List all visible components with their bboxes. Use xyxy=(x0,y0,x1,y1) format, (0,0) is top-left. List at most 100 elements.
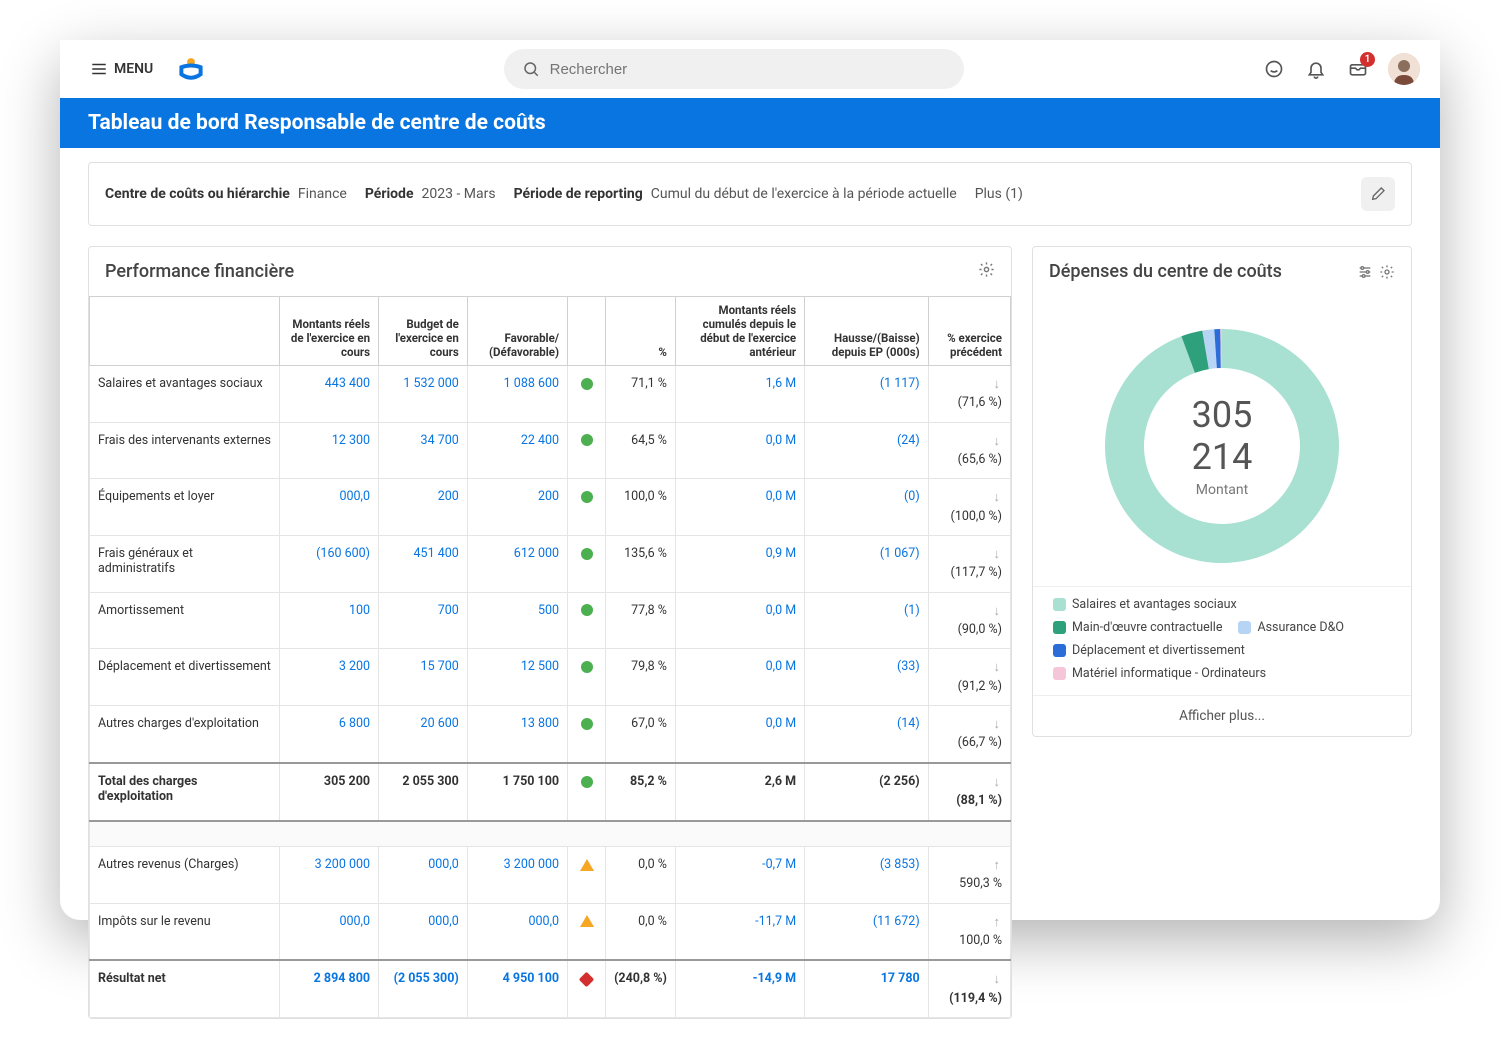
row-prior[interactable]: -0,7 M xyxy=(675,847,804,904)
row-budget[interactable]: (2 055 300) xyxy=(379,960,468,1017)
row-budget[interactable]: 15 700 xyxy=(379,649,468,706)
row-delta[interactable]: (1 117) xyxy=(805,366,929,423)
row-prior[interactable]: -14,9 M xyxy=(675,960,804,1017)
row-fav[interactable]: 000,0 xyxy=(467,903,567,960)
legend-swatch xyxy=(1053,598,1066,611)
row-actual[interactable]: (160 600) xyxy=(280,536,379,593)
row-actual[interactable]: 2 894 800 xyxy=(280,960,379,1017)
col-prior[interactable]: Montants réels cumulés depuis le début d… xyxy=(675,297,804,366)
row-fav[interactable]: 1 088 600 xyxy=(467,366,567,423)
row-actual[interactable]: 100 xyxy=(280,592,379,649)
chat-icon[interactable] xyxy=(1262,57,1286,81)
status-dot-icon xyxy=(581,378,593,390)
filter-value-cc[interactable]: Finance xyxy=(298,186,347,202)
table-settings-button[interactable] xyxy=(978,261,995,282)
row-delta[interactable]: (33) xyxy=(805,649,929,706)
row-prior[interactable]: 0,0 M xyxy=(675,479,804,536)
row-fav[interactable]: 3 200 000 xyxy=(467,847,567,904)
row-delta[interactable]: (0) xyxy=(805,479,929,536)
filter-value-period[interactable]: 2023 - Mars xyxy=(422,186,496,202)
edit-filters-button[interactable] xyxy=(1361,177,1395,211)
sliders-icon[interactable] xyxy=(1357,264,1373,280)
legend-item[interactable]: Matériel informatique - Ordinateurs xyxy=(1053,666,1266,681)
row-budget[interactable]: 20 600 xyxy=(379,706,468,763)
row-actual[interactable]: 000,0 xyxy=(280,479,379,536)
row-prior[interactable]: 0,0 M xyxy=(675,422,804,479)
status-dot-icon xyxy=(581,548,593,560)
row-budget[interactable]: 000,0 xyxy=(379,847,468,904)
menu-button[interactable]: MENU xyxy=(80,54,163,84)
row-fav[interactable]: 200 xyxy=(467,479,567,536)
donut-chart[interactable]: 305 214 Montant xyxy=(1092,316,1352,576)
legend-item[interactable]: Déplacement et divertissement xyxy=(1053,643,1245,658)
row-actual[interactable]: 12 300 xyxy=(280,422,379,479)
row-fav[interactable]: 1 750 100 xyxy=(467,763,567,821)
row-prior[interactable]: 0,0 M xyxy=(675,649,804,706)
row-budget[interactable]: 451 400 xyxy=(379,536,468,593)
row-delta[interactable]: (24) xyxy=(805,422,929,479)
row-delta[interactable]: 17 780 xyxy=(805,960,929,1017)
row-indicator xyxy=(568,649,606,706)
row-fav[interactable]: 12 500 xyxy=(467,649,567,706)
row-actual[interactable]: 000,0 xyxy=(280,903,379,960)
row-actual[interactable]: 6 800 xyxy=(280,706,379,763)
legend-item[interactable]: Assurance D&O xyxy=(1238,620,1344,635)
pencil-icon xyxy=(1370,186,1386,202)
row-prior[interactable]: 0,9 M xyxy=(675,536,804,593)
gear-icon[interactable] xyxy=(1379,264,1395,280)
filter-more[interactable]: Plus (1) xyxy=(975,186,1023,202)
col-actual[interactable]: Montants réels de l'exercice en cours xyxy=(280,297,379,366)
row-prior[interactable]: 1,6 M xyxy=(675,366,804,423)
row-fav[interactable]: 500 xyxy=(467,592,567,649)
row-fav[interactable]: 612 000 xyxy=(467,536,567,593)
row-delta[interactable]: (3 853) xyxy=(805,847,929,904)
row-fav[interactable]: 13 800 xyxy=(467,706,567,763)
search-box[interactable] xyxy=(504,49,964,89)
filter-value-reporting[interactable]: Cumul du début de l'exercice à la périod… xyxy=(651,186,957,202)
row-actual[interactable]: 443 400 xyxy=(280,366,379,423)
menu-label: MENU xyxy=(114,61,153,77)
row-budget[interactable]: 700 xyxy=(379,592,468,649)
row-delta[interactable]: (14) xyxy=(805,706,929,763)
row-actual[interactable]: 3 200 000 xyxy=(280,847,379,904)
col-fav[interactable]: Favorable/ (Défavorable) xyxy=(467,297,567,366)
row-prior[interactable]: 0,0 M xyxy=(675,592,804,649)
avatar[interactable] xyxy=(1388,53,1420,85)
row-budget[interactable]: 1 532 000 xyxy=(379,366,468,423)
row-delta[interactable]: (1) xyxy=(805,592,929,649)
bell-icon[interactable] xyxy=(1304,57,1328,81)
show-more-button[interactable]: Afficher plus... xyxy=(1033,695,1411,736)
row-name: Amortissement xyxy=(90,592,280,649)
row-delta[interactable]: (1 067) xyxy=(805,536,929,593)
row-ppct: ↓(117,7 %) xyxy=(928,536,1010,593)
row-prior[interactable]: -11,7 M xyxy=(675,903,804,960)
col-budget[interactable]: Budget de l'exercice en cours xyxy=(379,297,468,366)
row-budget[interactable]: 2 055 300 xyxy=(379,763,468,821)
inbox-icon[interactable]: 1 xyxy=(1346,57,1370,81)
row-budget[interactable]: 200 xyxy=(379,479,468,536)
workday-logo[interactable] xyxy=(177,55,205,83)
row-indicator xyxy=(568,479,606,536)
legend-item[interactable]: Salaires et avantages sociaux xyxy=(1053,597,1237,612)
row-fav[interactable]: 4 950 100 xyxy=(467,960,567,1017)
row-prior[interactable]: 2,6 M xyxy=(675,763,804,821)
row-fav[interactable]: 22 400 xyxy=(467,422,567,479)
search-input[interactable] xyxy=(550,61,946,78)
row-delta[interactable]: (2 256) xyxy=(805,763,929,821)
row-actual[interactable]: 305 200 xyxy=(280,763,379,821)
legend-item[interactable]: Main-d'œuvre contractuelle xyxy=(1053,620,1222,635)
row-actual[interactable]: 3 200 xyxy=(280,649,379,706)
col-pct[interactable]: % xyxy=(606,297,676,366)
inbox-badge: 1 xyxy=(1360,52,1375,67)
col-delta[interactable]: Hausse/(Baisse) depuis EP (000s) xyxy=(805,297,929,366)
row-budget[interactable]: 34 700 xyxy=(379,422,468,479)
col-ppct[interactable]: % exercice précédent xyxy=(928,297,1010,366)
row-budget[interactable]: 000,0 xyxy=(379,903,468,960)
row-prior[interactable]: 0,0 M xyxy=(675,706,804,763)
row-name: Autres charges d'exploitation xyxy=(90,706,280,763)
arrow-icon: ↓ xyxy=(994,603,1001,621)
status-dot-icon xyxy=(580,859,594,871)
row-delta[interactable]: (11 672) xyxy=(805,903,929,960)
row-ppct: ↓(90,0 %) xyxy=(928,592,1010,649)
row-ppct: ↓(65,6 %) xyxy=(928,422,1010,479)
